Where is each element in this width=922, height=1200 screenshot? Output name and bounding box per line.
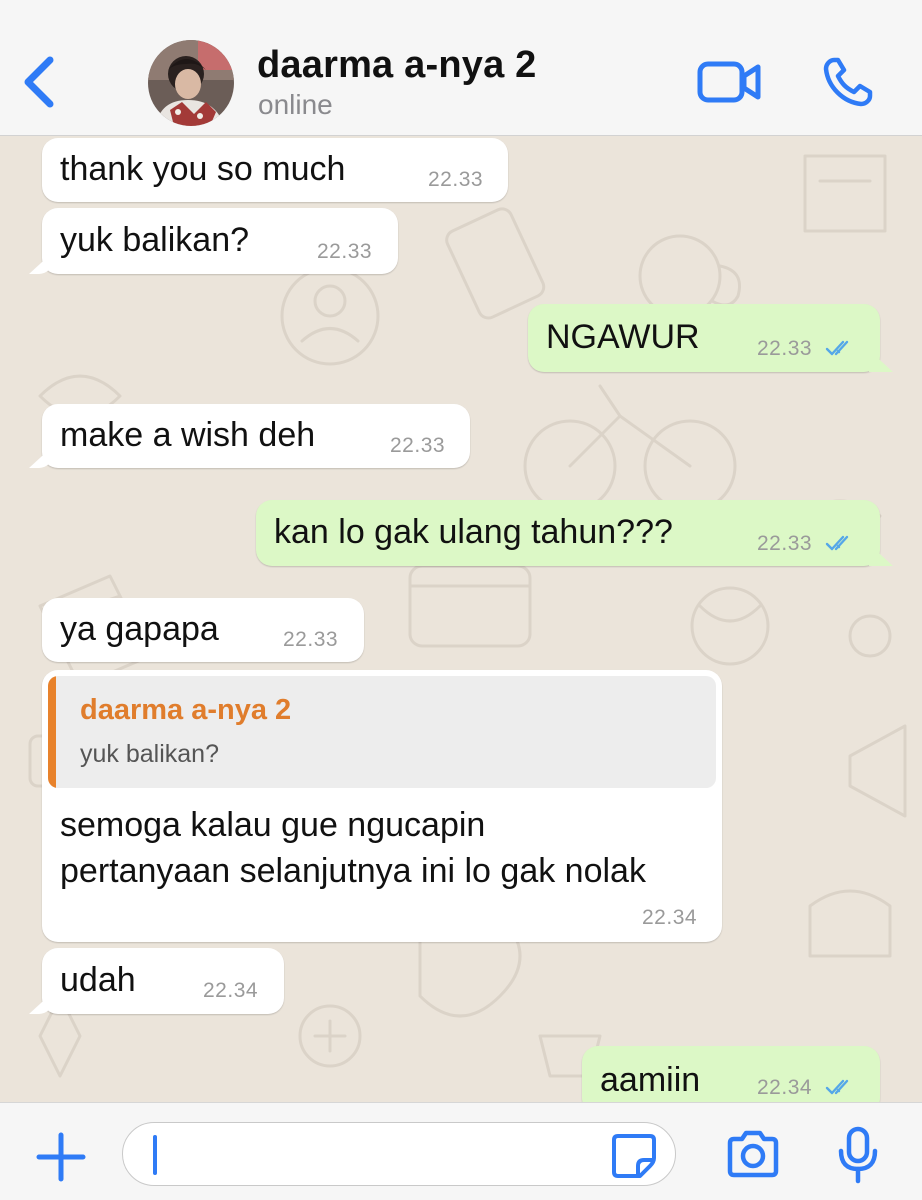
chat-header: daarma a-nya 2 online [0, 0, 922, 136]
text-caret [153, 1135, 157, 1175]
message-time: 22.33 [317, 240, 373, 263]
message-text: NGAWUR [546, 318, 700, 356]
message-text: ya gapapa [60, 610, 219, 648]
avatar[interactable] [148, 40, 234, 126]
message-text-line: pertanyaan selanjutnya ini lo gak nolak [60, 852, 646, 890]
message-text: kan lo gak ulang tahun??? [274, 513, 673, 551]
message-bubble-reply[interactable]: daarma a-nya 2 yuk balikan? semoga kalau… [42, 670, 722, 942]
microphone-icon [838, 1126, 878, 1184]
message-time: 22.34 [642, 906, 698, 929]
message-bubble-outgoing[interactable]: kan lo gak ulang tahun??? 22.33 [256, 500, 880, 566]
message-time: 22.33 [757, 337, 813, 360]
message-bubble-incoming[interactable]: yuk balikan? 22.33 [42, 208, 398, 274]
camera-button[interactable] [724, 1129, 782, 1181]
sticker-icon [612, 1134, 656, 1178]
microphone-button[interactable] [836, 1125, 880, 1185]
message-text: thank you so much [60, 150, 346, 188]
message-text-line: semoga kalau gue ngucapin [60, 806, 486, 844]
video-call-button[interactable] [696, 58, 764, 106]
quote-bar [48, 676, 56, 788]
video-camera-icon [697, 61, 761, 103]
attach-button[interactable] [34, 1130, 88, 1184]
chat-area[interactable]: thank you so much 22.33 yuk balikan? 22.… [0, 136, 922, 1102]
message-input[interactable] [122, 1122, 676, 1186]
quoted-message[interactable]: daarma a-nya 2 yuk balikan? [48, 676, 716, 788]
voice-call-button[interactable] [820, 54, 876, 110]
contact-status: online [258, 89, 333, 120]
message-time: 22.34 [757, 1076, 813, 1099]
read-ticks-icon [825, 340, 849, 356]
message-bubble-outgoing[interactable]: NGAWUR 22.33 [528, 304, 880, 372]
message-bubble-incoming[interactable]: make a wish deh 22.33 [42, 404, 470, 468]
back-button[interactable] [18, 52, 62, 112]
message-input-bar [0, 1102, 922, 1200]
message-time: 22.34 [203, 979, 259, 1002]
message-time: 22.33 [283, 628, 339, 651]
camera-icon [727, 1130, 779, 1178]
phone-icon [823, 57, 873, 107]
message-time: 22.33 [757, 532, 813, 555]
message-bubble-outgoing[interactable]: aamiin 22.34 [582, 1046, 880, 1102]
message-text: aamiin [600, 1061, 701, 1099]
plus-icon [36, 1132, 86, 1182]
sticker-button[interactable] [610, 1132, 658, 1180]
message-text: udah [60, 961, 136, 999]
quote-author: daarma a-nya 2 [80, 694, 292, 726]
chevron-left-icon [24, 56, 54, 108]
message-time: 22.33 [428, 168, 484, 191]
read-ticks-icon [825, 1079, 849, 1095]
message-text: make a wish deh [60, 416, 316, 454]
contact-name[interactable]: daarma a-nya 2 [257, 44, 537, 87]
message-bubble-incoming[interactable]: thank you so much 22.33 [42, 138, 508, 202]
message-bubble-incoming[interactable]: ya gapapa 22.33 [42, 598, 364, 662]
read-ticks-icon [825, 535, 849, 551]
message-text: yuk balikan? [60, 221, 250, 259]
quote-text: yuk balikan? [80, 740, 219, 768]
message-bubble-incoming[interactable]: udah 22.34 [42, 948, 284, 1014]
message-time: 22.33 [390, 434, 446, 457]
